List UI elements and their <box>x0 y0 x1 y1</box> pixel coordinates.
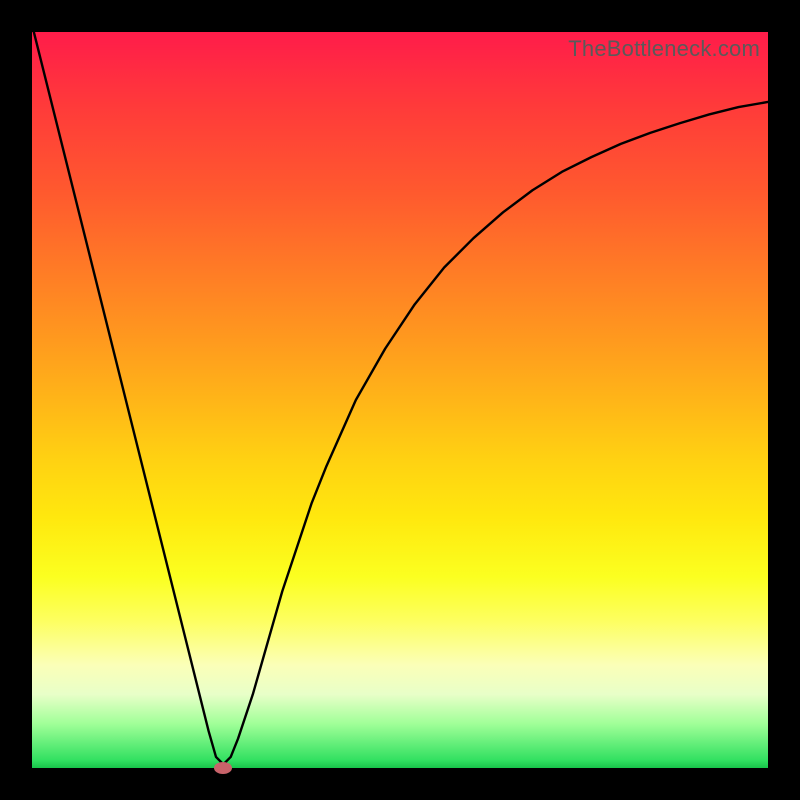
curve-path <box>32 32 768 764</box>
plot-area: TheBottleneck.com <box>32 32 768 768</box>
point-of-interest <box>214 762 232 774</box>
bottleneck-curve <box>32 32 768 768</box>
chart-frame: TheBottleneck.com <box>0 0 800 800</box>
